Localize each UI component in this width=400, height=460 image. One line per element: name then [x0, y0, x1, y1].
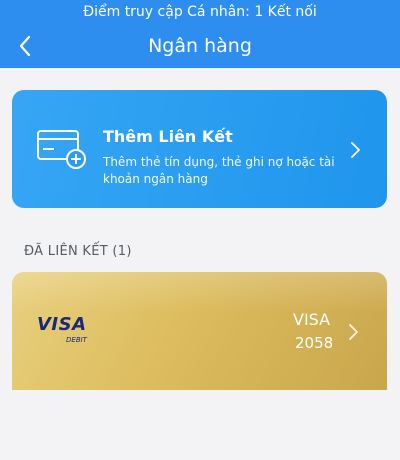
- card-last4: 2058: [295, 334, 334, 352]
- add-card-icon: [37, 130, 86, 169]
- linked-card[interactable]: VISA DEBIT VISA 2058: [12, 272, 387, 390]
- visa-logo: VISA: [37, 314, 87, 335]
- add-link-subtitle: Thêm thẻ tín dụng, thẻ ghi nợ hoặc tài k…: [103, 155, 335, 186]
- chevron-right-icon: [349, 324, 358, 340]
- card-brand: VISA: [293, 310, 331, 329]
- linked-section-label: ĐÃ LIÊN KẾT (1): [24, 244, 132, 259]
- add-link-title: Thêm Liên Kết: [103, 127, 233, 146]
- chevron-right-icon: [351, 142, 360, 158]
- add-link-card[interactable]: Thêm Liên Kết Thêm thẻ tín dụng, thẻ ghi…: [12, 90, 387, 208]
- status-text: Điểm truy cập Cá nhân: 1 Kết nối: [83, 4, 317, 20]
- visa-debit-label: DEBIT: [66, 336, 87, 344]
- page-title: Ngân hàng: [148, 35, 252, 57]
- nav-bar: Ngân hàng: [0, 24, 400, 68]
- status-bar: Điểm truy cập Cá nhân: 1 Kết nối: [0, 0, 400, 24]
